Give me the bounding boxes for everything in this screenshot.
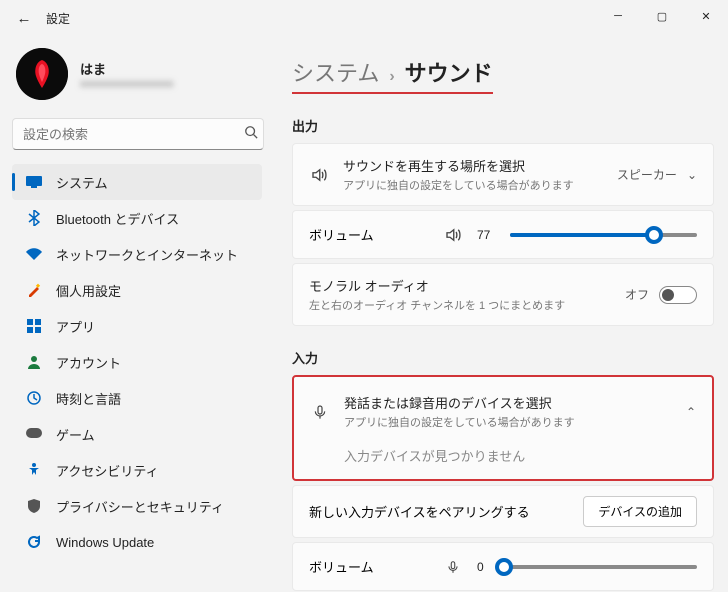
input-volume-value: 0 — [477, 560, 484, 574]
add-device-button[interactable]: デバイスの追加 — [583, 496, 697, 527]
volume-value: 77 — [477, 228, 490, 242]
pair-device-row: 新しい入力デバイスをペアリングする デバイスの追加 — [292, 485, 714, 538]
sidebar: はま xxxxxxxxxxxxxxxxx システム Bluetooth とデバイス… — [0, 36, 276, 592]
sidebar-item-label: Bluetooth とデバイス — [56, 209, 179, 228]
window-title: 設定 — [46, 10, 70, 27]
mic-icon — [310, 404, 330, 420]
mono-sub: 左と右のオーディオ チャンネルを 1 つにまとめます — [309, 297, 611, 313]
sidebar-item-label: 個人用設定 — [56, 281, 121, 300]
mono-toggle[interactable] — [659, 286, 697, 304]
output-device-card[interactable]: サウンドを再生する場所を選択 アプリに独自の設定をしている場合があります スピー… — [292, 143, 714, 206]
maximize-button[interactable]: ▢ — [640, 0, 684, 32]
time-icon — [26, 390, 42, 406]
mono-audio-card[interactable]: モノラル オーディオ 左と右のオーディオ チャンネルを 1 つにまとめます オフ — [292, 263, 714, 326]
minimize-button[interactable]: ─ — [596, 0, 640, 32]
close-button[interactable]: ✕ — [684, 0, 728, 32]
wifi-icon — [26, 246, 42, 262]
sidebar-item-personalize[interactable]: 個人用設定 — [12, 272, 262, 308]
mic-icon-small[interactable] — [443, 560, 463, 574]
output-volume-card: ボリューム 77 — [292, 210, 714, 259]
volume-icon[interactable] — [443, 226, 463, 244]
output-select-title: サウンドを再生する場所を選択 — [343, 156, 603, 175]
sidebar-item-label: アカウント — [56, 353, 121, 372]
sidebar-item-update[interactable]: Windows Update — [12, 524, 262, 560]
sidebar-item-label: ゲーム — [56, 425, 95, 444]
profile-name: はま — [80, 59, 174, 78]
sidebar-item-apps[interactable]: アプリ — [12, 308, 262, 344]
back-button[interactable]: ← — [8, 10, 40, 27]
speaker-icon — [309, 166, 329, 184]
sidebar-item-system[interactable]: システム — [12, 164, 262, 200]
input-volume-label: ボリューム — [309, 557, 429, 576]
sidebar-item-label: アプリ — [56, 317, 95, 336]
system-icon — [26, 174, 42, 190]
account-icon — [26, 354, 42, 370]
avatar — [16, 48, 68, 100]
output-heading: 出力 — [292, 116, 714, 135]
mono-title: モノラル オーディオ — [309, 276, 611, 295]
output-select-sub: アプリに独自の設定をしている場合があります — [343, 177, 603, 193]
apps-icon — [26, 318, 42, 334]
game-icon — [26, 426, 42, 442]
sidebar-item-label: アクセシビリティ — [56, 461, 159, 480]
search-box — [12, 118, 270, 150]
input-select-title: 発話または録音用のデバイスを選択 — [344, 393, 672, 412]
bluetooth-icon — [26, 210, 42, 226]
sidebar-item-label: ネットワークとインターネット — [56, 245, 238, 264]
breadcrumb-sep: › — [389, 68, 394, 86]
sidebar-item-wifi[interactable]: ネットワークとインターネット — [12, 236, 262, 272]
input-device-card[interactable]: 発話または録音用のデバイスを選択 アプリに独自の設定をしている場合があります ⌃… — [292, 375, 714, 481]
privacy-icon — [26, 498, 42, 514]
sidebar-item-account[interactable]: アカウント — [12, 344, 262, 380]
breadcrumb: システム › サウンド — [292, 56, 493, 94]
search-icon — [244, 125, 258, 142]
profile-block[interactable]: はま xxxxxxxxxxxxxxxxx — [16, 48, 270, 100]
pair-text: 新しい入力デバイスをペアリングする — [309, 502, 571, 521]
main-content: システム › サウンド 出力 サウンドを再生する場所を選択 アプリに独自の設定を… — [276, 36, 728, 592]
input-volume-card: ボリューム 0 — [292, 542, 714, 591]
output-device-value: スピーカー — [617, 166, 677, 183]
input-select-sub: アプリに独自の設定をしている場合があります — [344, 414, 672, 430]
input-not-found: 入力デバイスが見つかりません — [294, 438, 712, 471]
chevron-down-icon: ⌄ — [687, 168, 697, 182]
sidebar-item-label: システム — [56, 173, 108, 192]
search-input[interactable] — [12, 118, 264, 150]
personalize-icon — [26, 282, 42, 298]
sidebar-item-game[interactable]: ゲーム — [12, 416, 262, 452]
update-icon — [26, 534, 42, 550]
sidebar-item-label: プライバシーとセキュリティ — [56, 497, 224, 516]
breadcrumb-parent[interactable]: システム — [292, 56, 379, 88]
chevron-up-icon: ⌃ — [686, 405, 696, 419]
sidebar-item-label: 時刻と言語 — [56, 389, 121, 408]
volume-label: ボリューム — [309, 225, 429, 244]
sidebar-item-label: Windows Update — [56, 535, 154, 550]
breadcrumb-current: サウンド — [405, 56, 493, 88]
sidebar-item-accessibility[interactable]: アクセシビリティ — [12, 452, 262, 488]
accessibility-icon — [26, 462, 42, 478]
input-volume-slider[interactable] — [504, 558, 697, 576]
sidebar-item-bluetooth[interactable]: Bluetooth とデバイス — [12, 200, 262, 236]
sidebar-item-privacy[interactable]: プライバシーとセキュリティ — [12, 488, 262, 524]
profile-email: xxxxxxxxxxxxxxxxx — [80, 78, 174, 90]
mono-state: オフ — [625, 286, 649, 303]
volume-slider[interactable] — [510, 226, 697, 244]
input-heading: 入力 — [292, 348, 714, 367]
titlebar: ← 設定 ─ ▢ ✕ — [0, 0, 728, 36]
sidebar-item-time[interactable]: 時刻と言語 — [12, 380, 262, 416]
